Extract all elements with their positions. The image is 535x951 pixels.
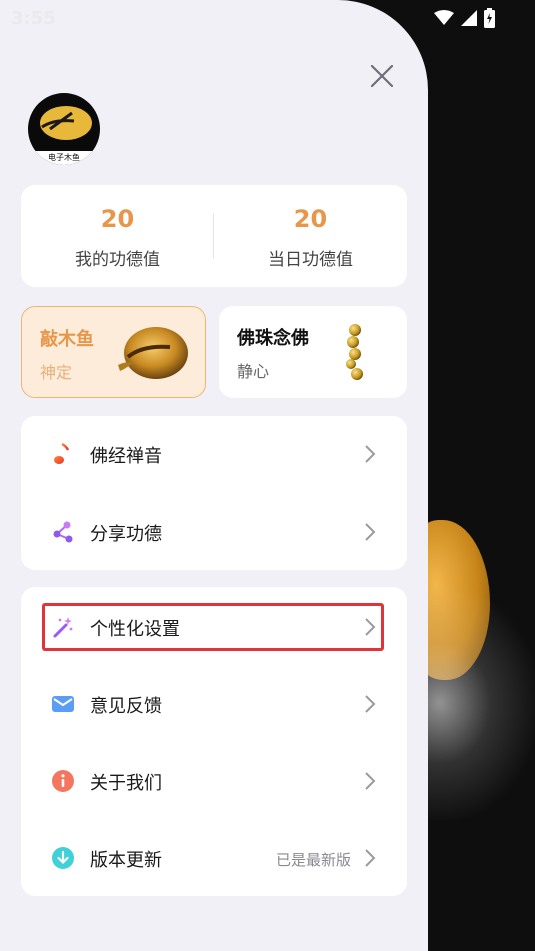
battery-icon (484, 8, 495, 28)
menu-group-2: 个性化设置 意见反馈 关于我们 版本更新 已是最新版 (21, 587, 407, 896)
mode-wooden-fish-subtitle: 神定 (40, 363, 73, 382)
mode-wooden-fish-title: 敲木鱼 (40, 329, 94, 350)
menu-item-label: 版本更新 (90, 850, 162, 871)
wooden-fish-icon (118, 327, 188, 379)
menu-item-label: 佛经禅音 (90, 446, 162, 467)
chevron-right-icon (365, 849, 376, 867)
mode-prayer-beads-subtitle: 静心 (237, 362, 270, 381)
menu-item-personalization[interactable]: 个性化设置 (21, 589, 407, 665)
avatar[interactable]: 电子木鱼 (28, 93, 100, 165)
menu-item-label: 分享功德 (90, 524, 162, 545)
my-merit-stat[interactable]: 20 我的功德值 (21, 185, 214, 287)
mode-wooden-fish[interactable]: 敲木鱼 神定 (21, 306, 206, 398)
menu-item-about-us[interactable]: 关于我们 (21, 743, 407, 819)
mode-prayer-beads[interactable]: 佛珠念佛 静心 (219, 306, 407, 398)
today-merit-value: 20 (293, 205, 328, 233)
chevron-right-icon (365, 445, 376, 463)
menu-item-label: 意见反馈 (90, 696, 162, 717)
today-merit-stat[interactable]: 20 当日功德值 (214, 185, 407, 287)
menu-item-version-update[interactable]: 版本更新 已是最新版 (21, 820, 407, 896)
version-status: 已是最新版 (275, 851, 351, 869)
status-time: 3:55 (11, 8, 56, 29)
menu-item-label: 关于我们 (90, 773, 162, 794)
menu-item-share-merit[interactable]: 分享功德 (21, 494, 407, 570)
chevron-right-icon (365, 695, 376, 713)
chevron-right-icon (365, 523, 376, 541)
avatar-caption: 电子木鱼 (28, 151, 100, 165)
info-icon (52, 770, 74, 792)
prayer-beads-icon (346, 324, 363, 380)
wooden-fish-logo-icon (40, 106, 92, 140)
menu-group-1: 佛经禅音 分享功德 (21, 416, 407, 570)
today-merit-label: 当日功德值 (268, 250, 353, 270)
close-icon[interactable] (368, 62, 396, 90)
mail-icon (52, 696, 74, 712)
mode-prayer-beads-title: 佛珠念佛 (237, 328, 309, 349)
my-merit-value: 20 (100, 205, 135, 233)
menu-item-feedback[interactable]: 意见反馈 (21, 666, 407, 742)
chevron-right-icon (365, 772, 376, 790)
merit-stats-card: 20 我的功德值 20 当日功德值 (21, 185, 407, 287)
wifi-icon (434, 10, 454, 25)
my-merit-label: 我的功德值 (75, 250, 160, 270)
side-drawer: 电子木鱼 20 我的功德值 20 当日功德值 敲木鱼 神定 佛珠念佛 静心 佛经… (0, 0, 428, 951)
highlight-box (42, 603, 384, 651)
music-note-icon (54, 442, 70, 464)
status-bar: 3:55 (0, 0, 535, 38)
signal-icon (461, 10, 477, 26)
menu-item-buddhist-music[interactable]: 佛经禅音 (21, 416, 407, 492)
share-icon (53, 521, 73, 543)
download-icon (52, 847, 74, 869)
status-icons (434, 8, 495, 28)
